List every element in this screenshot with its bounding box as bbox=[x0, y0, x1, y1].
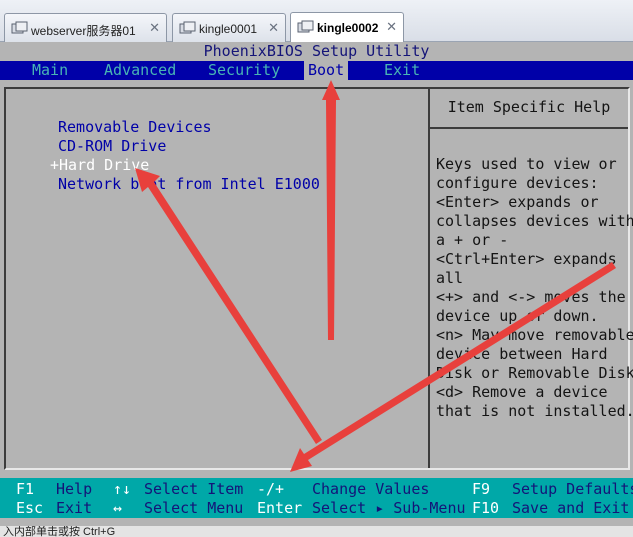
menu-main[interactable]: Main bbox=[28, 61, 72, 80]
help-line: <Enter> expands or bbox=[436, 193, 599, 211]
key-change-values-label: Change Values bbox=[312, 480, 430, 498]
help-line: <Ctrl+Enter> expands bbox=[436, 250, 617, 268]
close-icon[interactable]: ✕ bbox=[149, 20, 160, 36]
key-help-label: Help bbox=[56, 480, 93, 498]
help-line: device between Hard bbox=[436, 345, 608, 363]
help-line: <d> Remove a device bbox=[436, 383, 608, 401]
bios-title: PhoenixBIOS Setup Utility bbox=[0, 42, 633, 61]
key-f10: F10 bbox=[472, 499, 500, 517]
key-enter: Enter bbox=[257, 499, 303, 517]
key-leftright: ↔ bbox=[113, 499, 123, 517]
boot-item-network[interactable]: Network boot from Intel E1000 bbox=[58, 175, 320, 194]
vm-tab-bar: webserver服务器01 ✕ kingle0001 ✕ kingle0002… bbox=[0, 0, 633, 43]
help-line: that is not installed. bbox=[436, 402, 633, 420]
boot-item-removable[interactable]: Removable Devices bbox=[58, 118, 212, 137]
help-line: all bbox=[436, 269, 464, 287]
tab-kingle0001[interactable]: kingle0001 ✕ bbox=[172, 13, 286, 42]
key-save-exit-label: Save and Exit bbox=[512, 499, 630, 517]
key-exit-label: Exit bbox=[56, 499, 93, 517]
boot-item-cdrom[interactable]: CD-ROM Drive bbox=[58, 137, 166, 156]
bios-menu-bar: Main Advanced Security Boot Exit bbox=[0, 61, 633, 80]
boot-item-hard-drive[interactable]: +Hard Drive bbox=[50, 156, 149, 175]
menu-security[interactable]: Security bbox=[204, 61, 284, 80]
tab-kingle0002[interactable]: kingle0002 ✕ bbox=[290, 12, 404, 43]
close-icon[interactable]: ✕ bbox=[268, 20, 279, 36]
help-line: Keys used to view or bbox=[436, 155, 617, 173]
expand-marker: + bbox=[50, 156, 60, 174]
key-select-menu-label: Select Menu bbox=[144, 499, 244, 517]
close-icon[interactable]: ✕ bbox=[386, 19, 397, 35]
tab-label: kingle0001 bbox=[199, 22, 258, 36]
help-line: configure devices: bbox=[436, 174, 599, 192]
key-legend-bar: F1 Help ↑↓ Select Item -/+ Change Values… bbox=[0, 478, 633, 518]
boot-item-label: Hard Drive bbox=[59, 156, 150, 174]
menu-advanced[interactable]: Advanced bbox=[100, 61, 180, 80]
menu-exit[interactable]: Exit bbox=[380, 61, 424, 80]
help-title-divider bbox=[430, 127, 628, 129]
bios-screen[interactable]: PhoenixBIOS Setup Utility Main Advanced … bbox=[0, 42, 633, 526]
key-f1: F1 bbox=[16, 480, 35, 498]
tab-label: kingle0002 bbox=[317, 21, 379, 35]
vm-icon bbox=[11, 21, 28, 34]
tab-webserver[interactable]: webserver服务器01 ✕ bbox=[4, 13, 167, 42]
status-bar: 入内部单击或按 Ctrl+G bbox=[0, 526, 633, 537]
boot-panel: Item Specific Help Removable Devices CD-… bbox=[4, 87, 633, 470]
help-line: a + or - bbox=[436, 231, 509, 249]
key-select-submenu-label: Select ▸ Sub-Menu bbox=[312, 499, 466, 517]
key-f9: F9 bbox=[472, 480, 491, 498]
key-minusplus: -/+ bbox=[257, 480, 285, 498]
help-line: <n> May move removable bbox=[436, 326, 633, 344]
help-line: Disk or Removable Disk bbox=[436, 364, 633, 382]
help-line: device up or down. bbox=[436, 307, 599, 325]
key-setup-defaults-label: Setup Defaults bbox=[512, 480, 633, 498]
key-updown: ↑↓ bbox=[113, 480, 132, 498]
vm-icon bbox=[179, 21, 196, 34]
panel-divider bbox=[428, 89, 430, 468]
help-line: collapses devices with bbox=[436, 212, 633, 230]
help-title: Item Specific Help bbox=[447, 98, 611, 116]
key-select-item-label: Select Item bbox=[144, 480, 244, 498]
menu-boot[interactable]: Boot bbox=[304, 61, 349, 80]
help-text: Keys used to view or configure devices: … bbox=[436, 155, 633, 421]
vm-icon bbox=[297, 20, 314, 33]
tab-label: webserver服务器01 bbox=[31, 24, 136, 38]
help-line: <+> and <-> moves the bbox=[436, 288, 626, 306]
key-esc: Esc bbox=[16, 499, 44, 517]
status-text: 入内部单击或按 Ctrl+G bbox=[3, 526, 116, 537]
